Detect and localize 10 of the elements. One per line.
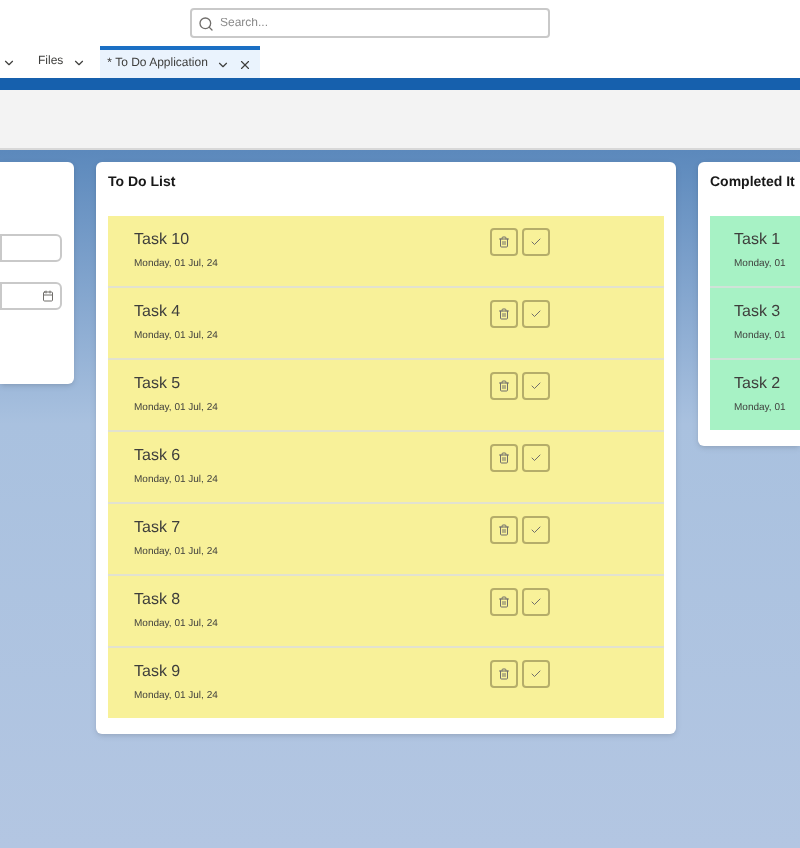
task-name: Task 9 [134, 659, 183, 684]
task-name: Task 2 [734, 371, 783, 396]
task-name: Task 10 [134, 227, 192, 252]
task-name: Task 5 [134, 371, 183, 396]
task-name: Task 6 [134, 443, 183, 468]
task-name: Task 7 [134, 515, 183, 540]
task-name: Task 1 [734, 227, 783, 252]
task-name: Task 4 [134, 299, 183, 324]
task-name: Task 8 [134, 587, 183, 612]
task-name: Task 3 [734, 299, 783, 324]
